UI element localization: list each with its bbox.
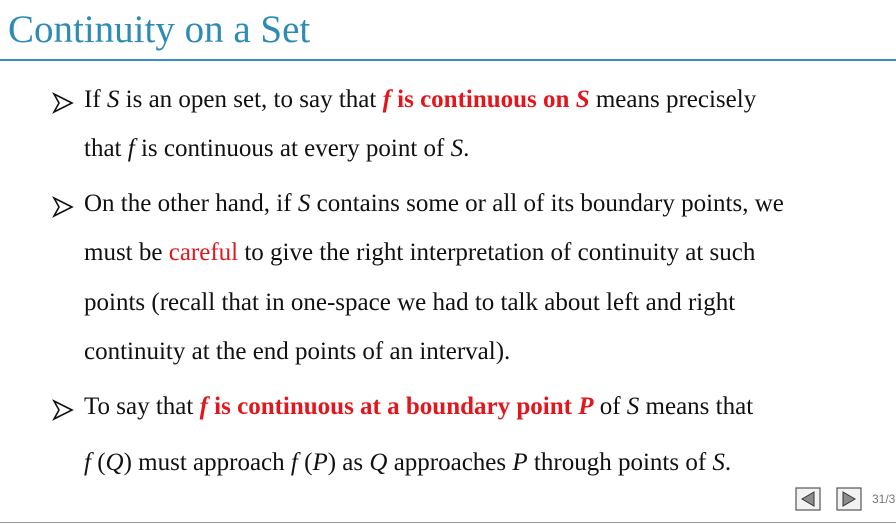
arrowhead-bullet-icon — [52, 92, 74, 114]
text-run: S — [575, 86, 590, 113]
arrowhead-bullet-icon — [52, 399, 74, 421]
text-run: contains some or all of its boundary poi… — [310, 190, 784, 217]
footer-rule — [0, 522, 896, 523]
text-run: to give the right interpretation of cont… — [238, 239, 756, 266]
text-run: approaches — [387, 449, 513, 476]
page-number: 31/3 — [872, 492, 896, 506]
text-run: f — [84, 449, 91, 476]
bullet-2-line-3: points (recall that in one-space we had … — [84, 288, 735, 318]
text-run: . — [463, 135, 470, 162]
text-run: S — [626, 393, 640, 420]
text-run: S — [297, 190, 311, 217]
text-run: is continuous on — [390, 86, 576, 113]
text-run: ) must approach — [123, 449, 291, 476]
text-run: is an open set, to say that — [119, 86, 383, 113]
text-run: points (recall that in one-space we had … — [84, 289, 736, 316]
text-run: of — [593, 393, 627, 420]
text-run: means that — [639, 393, 754, 420]
text-run: On the other hand, if — [84, 190, 298, 217]
text-run: If — [84, 86, 107, 113]
text-run: Q — [369, 449, 388, 476]
bullet-3-line-1: To say that f is continuous at a boundar… — [84, 392, 753, 422]
next-slide-button[interactable] — [836, 487, 862, 511]
text-run: ( — [90, 449, 106, 476]
text-run: P — [578, 393, 594, 420]
text-run: S — [712, 449, 725, 476]
bullet-1-line-1: If S is an open set, to say that f is co… — [84, 85, 756, 115]
text-run: is continuous at every point of — [134, 135, 451, 162]
text-run: ( — [297, 449, 313, 476]
text-run: through points of — [527, 449, 713, 476]
text-run: S — [450, 135, 464, 162]
text-run: f — [382, 86, 391, 113]
text-run: P — [312, 449, 328, 476]
text-run: f — [290, 449, 298, 476]
text-run: means precisely — [589, 86, 757, 113]
text-run: is continuous at a boundary point — [207, 393, 579, 420]
text-run: Q — [105, 449, 124, 476]
text-run: must be — [84, 239, 169, 266]
text-run: To say that — [84, 393, 200, 420]
text-run: continuity at the end points of an inter… — [84, 338, 511, 365]
text-run: f — [127, 135, 135, 162]
text-run: that — [84, 135, 128, 162]
text-run: S — [106, 86, 120, 113]
text-run: f — [199, 393, 208, 420]
bullet-1-line-2: that f is continuous at every point of S… — [84, 134, 469, 164]
text-run: careful — [168, 239, 239, 266]
text-run: ) as — [327, 449, 370, 476]
bullet-3-line-2: f (Q) must approach f (P) as Q approache… — [84, 448, 731, 478]
text-run: . — [724, 449, 732, 476]
title-underline — [0, 59, 896, 61]
slide-title: Continuity on a Set — [8, 8, 311, 51]
arrowhead-bullet-icon — [52, 196, 74, 218]
bullet-2-line-4: continuity at the end points of an inter… — [84, 337, 510, 367]
bullet-2-line-2: must be careful to give the right interp… — [84, 238, 755, 268]
previous-slide-button[interactable] — [795, 487, 821, 511]
bullet-2-line-1: On the other hand, if S contains some or… — [84, 189, 784, 219]
text-run: P — [512, 449, 528, 476]
